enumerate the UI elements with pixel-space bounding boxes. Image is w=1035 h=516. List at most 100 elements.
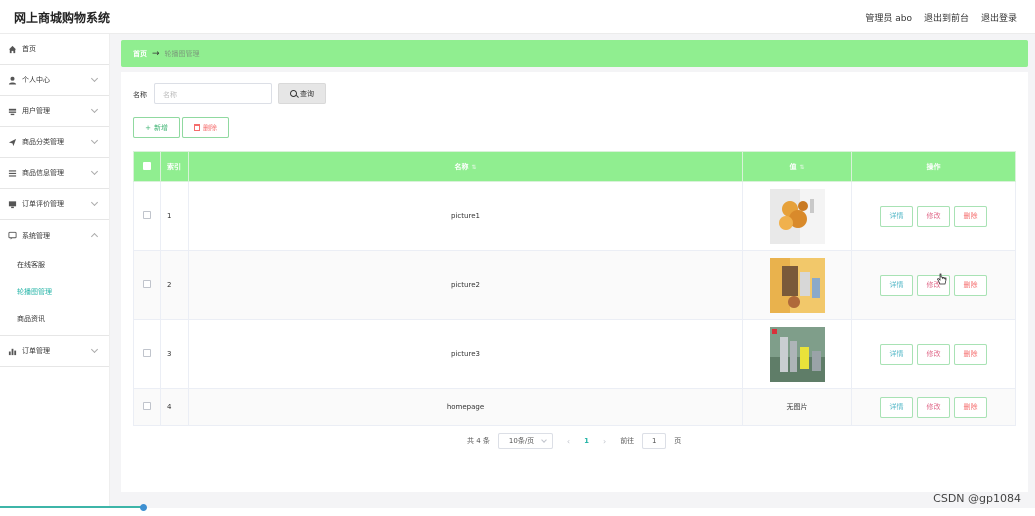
table-row: 3 picture3 详情修改 删除 (133, 319, 1016, 389)
carousel-table: 索引 名称 ⇅ 值 ⇅ 操作 1 picture1 详情 修改 删除 2 pic… (133, 151, 1016, 426)
detail-button[interactable]: 详情 (880, 205, 913, 227)
goto-page-input[interactable]: 1 (642, 433, 667, 449)
header-value[interactable]: 值 ⇅ (742, 151, 852, 182)
row-image-cell (742, 181, 852, 251)
row-name: picture1 (188, 181, 743, 251)
chevron-down-icon (90, 198, 99, 207)
row-name: picture3 (188, 319, 743, 389)
sidebar-item-review[interactable]: 订单评价管理 (0, 189, 109, 220)
sidebar-item-system[interactable]: 系统管理 (0, 220, 109, 251)
sidebar-item-label: 首页 (22, 45, 36, 53)
row-value-text: 无图片 (742, 388, 852, 426)
edit-button[interactable]: 修改 (917, 396, 950, 418)
row-ops: 详情 修改 删除 (851, 181, 1016, 251)
submenu-item-news[interactable]: 商品资讯 (0, 305, 109, 332)
edit-button[interactable]: 修改 (917, 205, 950, 227)
sidebar-item-product[interactable]: 商品信息管理 (0, 158, 109, 189)
sidebar-item-profile[interactable]: 个人中心 (0, 65, 109, 96)
page-suffix: 页 (674, 437, 682, 445)
admin-user-label: 管理员 abo (865, 14, 912, 24)
exit-to-front-link[interactable]: 退出到前台 (924, 11, 969, 24)
prev-page-button[interactable]: ‹ (561, 437, 576, 446)
sidebar-item-label: 订单评价管理 (22, 200, 64, 208)
delete-button[interactable]: 删除 (954, 274, 987, 296)
search-input[interactable]: 名称 (154, 83, 272, 104)
row-name: picture2 (188, 250, 743, 320)
app-title: 网上商城购物系统 (14, 11, 111, 25)
chevron-down-icon (90, 136, 99, 145)
edit-button[interactable]: 修改 (917, 343, 950, 365)
sidebar-item-category[interactable]: 商品分类管理 (0, 127, 109, 158)
select-all-cell[interactable] (133, 151, 161, 182)
row-checkbox[interactable] (143, 280, 151, 288)
topbar: 网上商城购物系统 管理员 abo 退出到前台 退出登录 (0, 0, 1035, 34)
row-name: homepage (188, 388, 743, 426)
sidebar-item-home[interactable]: 首页 (0, 34, 109, 65)
sidebar-item-label: 商品分类管理 (22, 138, 64, 146)
row-check-cell[interactable] (133, 181, 161, 251)
select-all-checkbox[interactable] (143, 161, 151, 170)
search-button-label: 查询 (300, 89, 314, 98)
chevron-down-icon (90, 345, 99, 354)
detail-button[interactable]: 详情 (880, 396, 913, 418)
row-index: 1 (160, 181, 189, 251)
row-check-cell[interactable] (133, 250, 161, 320)
page-size-value: 10条/页 (508, 437, 535, 445)
add-button[interactable]: + 新增 (133, 117, 180, 138)
current-page[interactable]: 1 (584, 437, 589, 445)
table-row: 2 picture2 详情 修改 删除 (133, 250, 1016, 320)
chevron-down-icon (90, 105, 99, 114)
header-index: 索引 (160, 151, 189, 182)
chevron-down-icon (90, 74, 99, 83)
arrow-right-icon: → (152, 48, 160, 59)
sidebar-item-orders[interactable]: 订单管理 (0, 336, 109, 367)
sidebar-item-label: 订单管理 (22, 347, 50, 355)
detail-button[interactable]: 详情 (880, 343, 913, 365)
page-size-select[interactable]: 10条/页 (497, 433, 553, 449)
delete-button[interactable]: 删除 (954, 396, 987, 418)
submenu-item-service[interactable]: 在线客服 (0, 251, 109, 278)
main-content: 首页 → 轮播图管理 名称 名称 查询 + 新增 删除 索引 名称⇅ 值⇅ (110, 34, 1035, 508)
delete-button[interactable]: 删除 (954, 205, 987, 227)
detail-button[interactable]: 详情 (880, 274, 913, 296)
chevron-up-icon (90, 232, 99, 241)
sort-icon[interactable]: ⇅ (799, 164, 804, 171)
row-checkbox[interactable] (143, 211, 151, 219)
delete-button[interactable]: 删除 (954, 343, 987, 365)
add-button-label: 新增 (153, 123, 168, 132)
user-icon (8, 76, 17, 85)
sidebar-item-users[interactable]: 用户管理 (0, 96, 109, 127)
submenu-item-carousel[interactable]: 轮播图管理 (0, 278, 109, 305)
logout-link[interactable]: 退出登录 (981, 11, 1017, 24)
scroll-indicator (0, 506, 146, 508)
row-checkbox[interactable] (143, 349, 151, 357)
header-name[interactable]: 名称 ⇅ (188, 151, 743, 182)
sort-icon[interactable]: ⇅ (471, 164, 476, 171)
row-check-cell[interactable] (133, 388, 161, 426)
breadcrumb-home[interactable]: 首页 (133, 49, 147, 59)
chevron-down-icon (541, 437, 547, 443)
row-ops: 详情 修改 删除 (851, 250, 1016, 320)
header-value-label: 值 (789, 162, 797, 171)
row-index: 3 (160, 319, 189, 389)
breadcrumb-current: 轮播图管理 (164, 49, 200, 58)
search-icon (290, 90, 297, 97)
search-button[interactable]: 查询 (278, 83, 326, 104)
breadcrumb: 首页 → 轮播图管理 (121, 40, 1028, 67)
row-index: 2 (160, 250, 189, 320)
batch-delete-button[interactable]: 删除 (182, 117, 229, 138)
monitor-icon (8, 200, 17, 209)
row-checkbox[interactable] (143, 402, 151, 410)
chart-icon (8, 347, 17, 356)
sidebar-item-label: 系统管理 (22, 231, 50, 240)
sidebar-item-label: 用户管理 (22, 107, 50, 115)
trash-icon (194, 124, 200, 131)
row-index: 4 (160, 388, 189, 426)
bottom-strip (0, 508, 1035, 516)
pagination: 共 4 条 10条/页 ‹ 1 › 前往 1 页 (467, 433, 681, 449)
plus-icon: + (145, 123, 151, 132)
hand-cursor-icon (937, 273, 947, 285)
next-page-button[interactable]: › (597, 437, 612, 446)
row-ops: 详情 修改 删除 (851, 388, 1016, 426)
row-check-cell[interactable] (133, 319, 161, 389)
